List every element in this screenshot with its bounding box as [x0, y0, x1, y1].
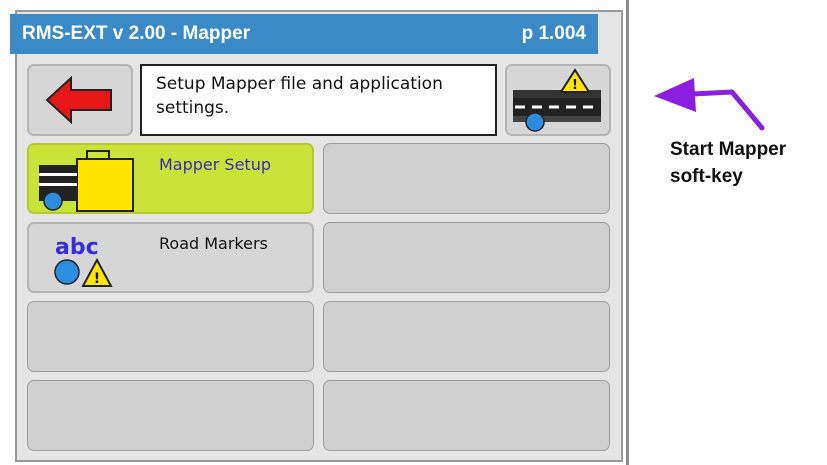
description-line-1: Setup Mapper file and application [156, 74, 443, 94]
annotation-arrow [654, 78, 765, 131]
back-button[interactable] [27, 64, 133, 136]
abc-circle-warning-icon: abc ! [54, 235, 113, 287]
menu-item-label: Road Markers [159, 234, 268, 253]
vehicle-briefcase-icon [39, 150, 134, 212]
menu-item-road-markers[interactable]: abc ! Road Markers [27, 222, 314, 293]
empty-slot [323, 143, 610, 214]
menu-item-mapper-setup[interactable]: Mapper Setup [27, 143, 314, 214]
road-warning-icon: ! [513, 68, 601, 132]
red-left-arrow-icon [45, 75, 112, 125]
empty-slot [323, 222, 610, 293]
svg-text:abc: abc [55, 235, 99, 260]
svg-text:!: ! [572, 78, 578, 93]
menu-item-label: Mapper Setup [159, 155, 271, 174]
title-bar: RMS-EXT v 2.00 - Mapper p 1.004 [10, 14, 598, 54]
empty-slot [323, 301, 610, 372]
annotation-line-2: soft-key [670, 166, 743, 187]
app-title: RMS-EXT v 2.00 - Mapper [22, 23, 251, 44]
annotation-line-1: Start Mapper [670, 139, 787, 160]
empty-slot [27, 301, 314, 372]
annotation-label: Start Mapper soft-key [670, 136, 786, 190]
description-box: Setup Mapper file and application settin… [140, 64, 497, 136]
start-mapper-button[interactable]: ! [505, 64, 611, 136]
page-number: p 1.004 [521, 23, 586, 44]
empty-slot [323, 380, 610, 451]
device-edge [626, 0, 629, 465]
svg-text:!: ! [94, 271, 100, 287]
empty-slot [27, 380, 314, 451]
description-line-2: settings. [156, 98, 230, 118]
